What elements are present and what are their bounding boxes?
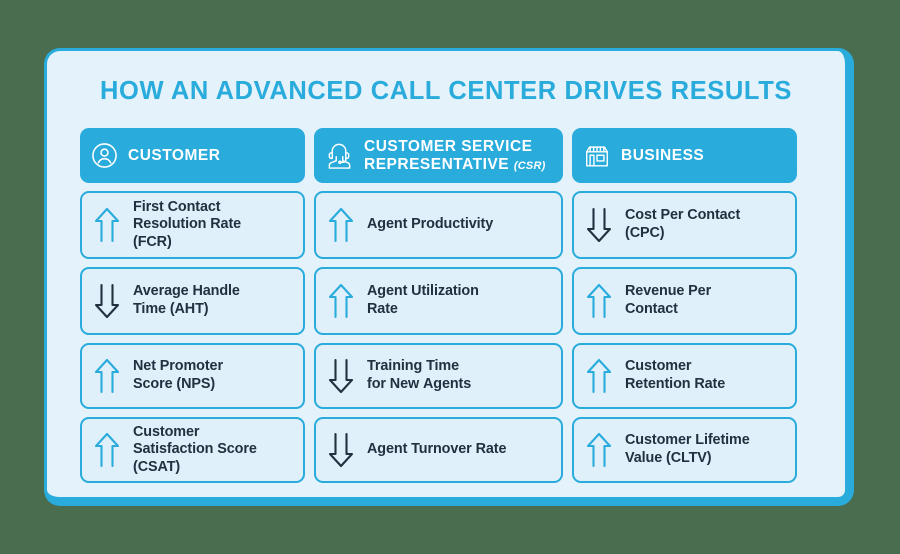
metric-label: Customer Satisfaction Score (CSAT) xyxy=(133,423,257,475)
metric-card[interactable]: First Contact Resolution Rate (FCR) xyxy=(80,191,305,259)
column-header-line-1: CUSTOMER SERVICE xyxy=(364,138,533,156)
metric-label: Agent Turnover Rate xyxy=(367,441,507,458)
column-header-label: CUSTOMER SERVICE REPRESENTATIVE (CSR) xyxy=(364,138,545,173)
metric-card[interactable]: Agent Utilization Rate xyxy=(314,267,563,335)
arrow-down-icon xyxy=(584,207,614,243)
arrow-up-icon xyxy=(92,358,122,394)
column-header-customer: CUSTOMER xyxy=(80,128,305,183)
metric-card[interactable]: Revenue Per Contact xyxy=(572,267,797,335)
arrow-up-icon xyxy=(584,358,614,394)
metric-label: Revenue Per Contact xyxy=(625,283,712,317)
infographic-panel: HOW AN ADVANCED CALL CENTER DRIVES RESUL… xyxy=(44,48,854,506)
metric-card[interactable]: Net Promoter Score (NPS) xyxy=(80,343,305,409)
metric-card[interactable]: Cost Per Contact (CPC) xyxy=(572,191,797,259)
metric-label: Customer Lifetime Value (CLTV) xyxy=(625,432,750,466)
metric-card[interactable]: Customer Retention Rate xyxy=(572,343,797,409)
metric-label: Average Handle Time (AHT) xyxy=(133,283,240,317)
metric-label: Agent Productivity xyxy=(367,216,494,233)
metric-label: Training Time for New Agents xyxy=(367,358,472,392)
arrow-up-icon xyxy=(584,432,614,468)
arrow-up-icon xyxy=(326,207,356,243)
arrow-up-icon xyxy=(326,283,356,319)
metric-card[interactable]: Average Handle Time (AHT) xyxy=(80,267,305,335)
column-header-csr: CUSTOMER SERVICE REPRESENTATIVE (CSR) xyxy=(314,128,563,183)
arrow-down-icon xyxy=(326,358,356,394)
metric-label: Net Promoter Score (NPS) xyxy=(133,358,223,392)
column-header-sub: (CSR) xyxy=(513,159,546,172)
column-business: BUSINESS Cost Per Contact(CPC) Revenue xyxy=(572,128,797,483)
headset-agent-icon xyxy=(325,141,354,170)
column-header-label: CUSTOMER xyxy=(128,146,221,164)
column-header-line-2: REPRESENTATIVE xyxy=(364,155,510,173)
page-title: HOW AN ADVANCED CALL CENTER DRIVES RESUL… xyxy=(100,77,792,105)
metric-label: First Contact Resolution Rate (FCR) xyxy=(133,198,242,250)
metric-label: Cost Per Contact (CPC) xyxy=(625,207,741,241)
arrow-down-icon xyxy=(92,283,122,319)
column-customer: CUSTOMER First Contact Resolution Rate (FC… xyxy=(80,128,305,483)
metric-card[interactable]: Customer Lifetime Value (CLTV) xyxy=(572,417,797,483)
arrow-up-icon xyxy=(92,432,122,468)
column-header-label: BUSINESS xyxy=(621,146,705,164)
metrics-grid: CUSTOMER First Contact Resolution Rate (FC… xyxy=(47,106,845,483)
customer-person-circle-icon xyxy=(91,142,118,169)
column-csr: CUSTOMER SERVICE REPRESENTATIVE (CSR) Ag… xyxy=(314,128,563,483)
arrow-down-icon xyxy=(326,432,356,468)
metric-card[interactable]: Agent Productivity xyxy=(314,191,563,259)
metric-card[interactable]: Customer Satisfaction Score (CSAT) xyxy=(80,417,305,483)
storefront-icon xyxy=(583,142,611,170)
metric-label: Agent Utilization Rate xyxy=(367,283,479,317)
metric-card[interactable]: Agent Turnover Rate xyxy=(314,417,563,483)
metric-card[interactable]: Training Time for New Agents xyxy=(314,343,563,409)
arrow-up-icon xyxy=(584,283,614,319)
metric-label: Customer Retention Rate xyxy=(625,358,726,392)
arrow-up-icon xyxy=(92,207,122,243)
column-header-business: BUSINESS xyxy=(572,128,797,183)
